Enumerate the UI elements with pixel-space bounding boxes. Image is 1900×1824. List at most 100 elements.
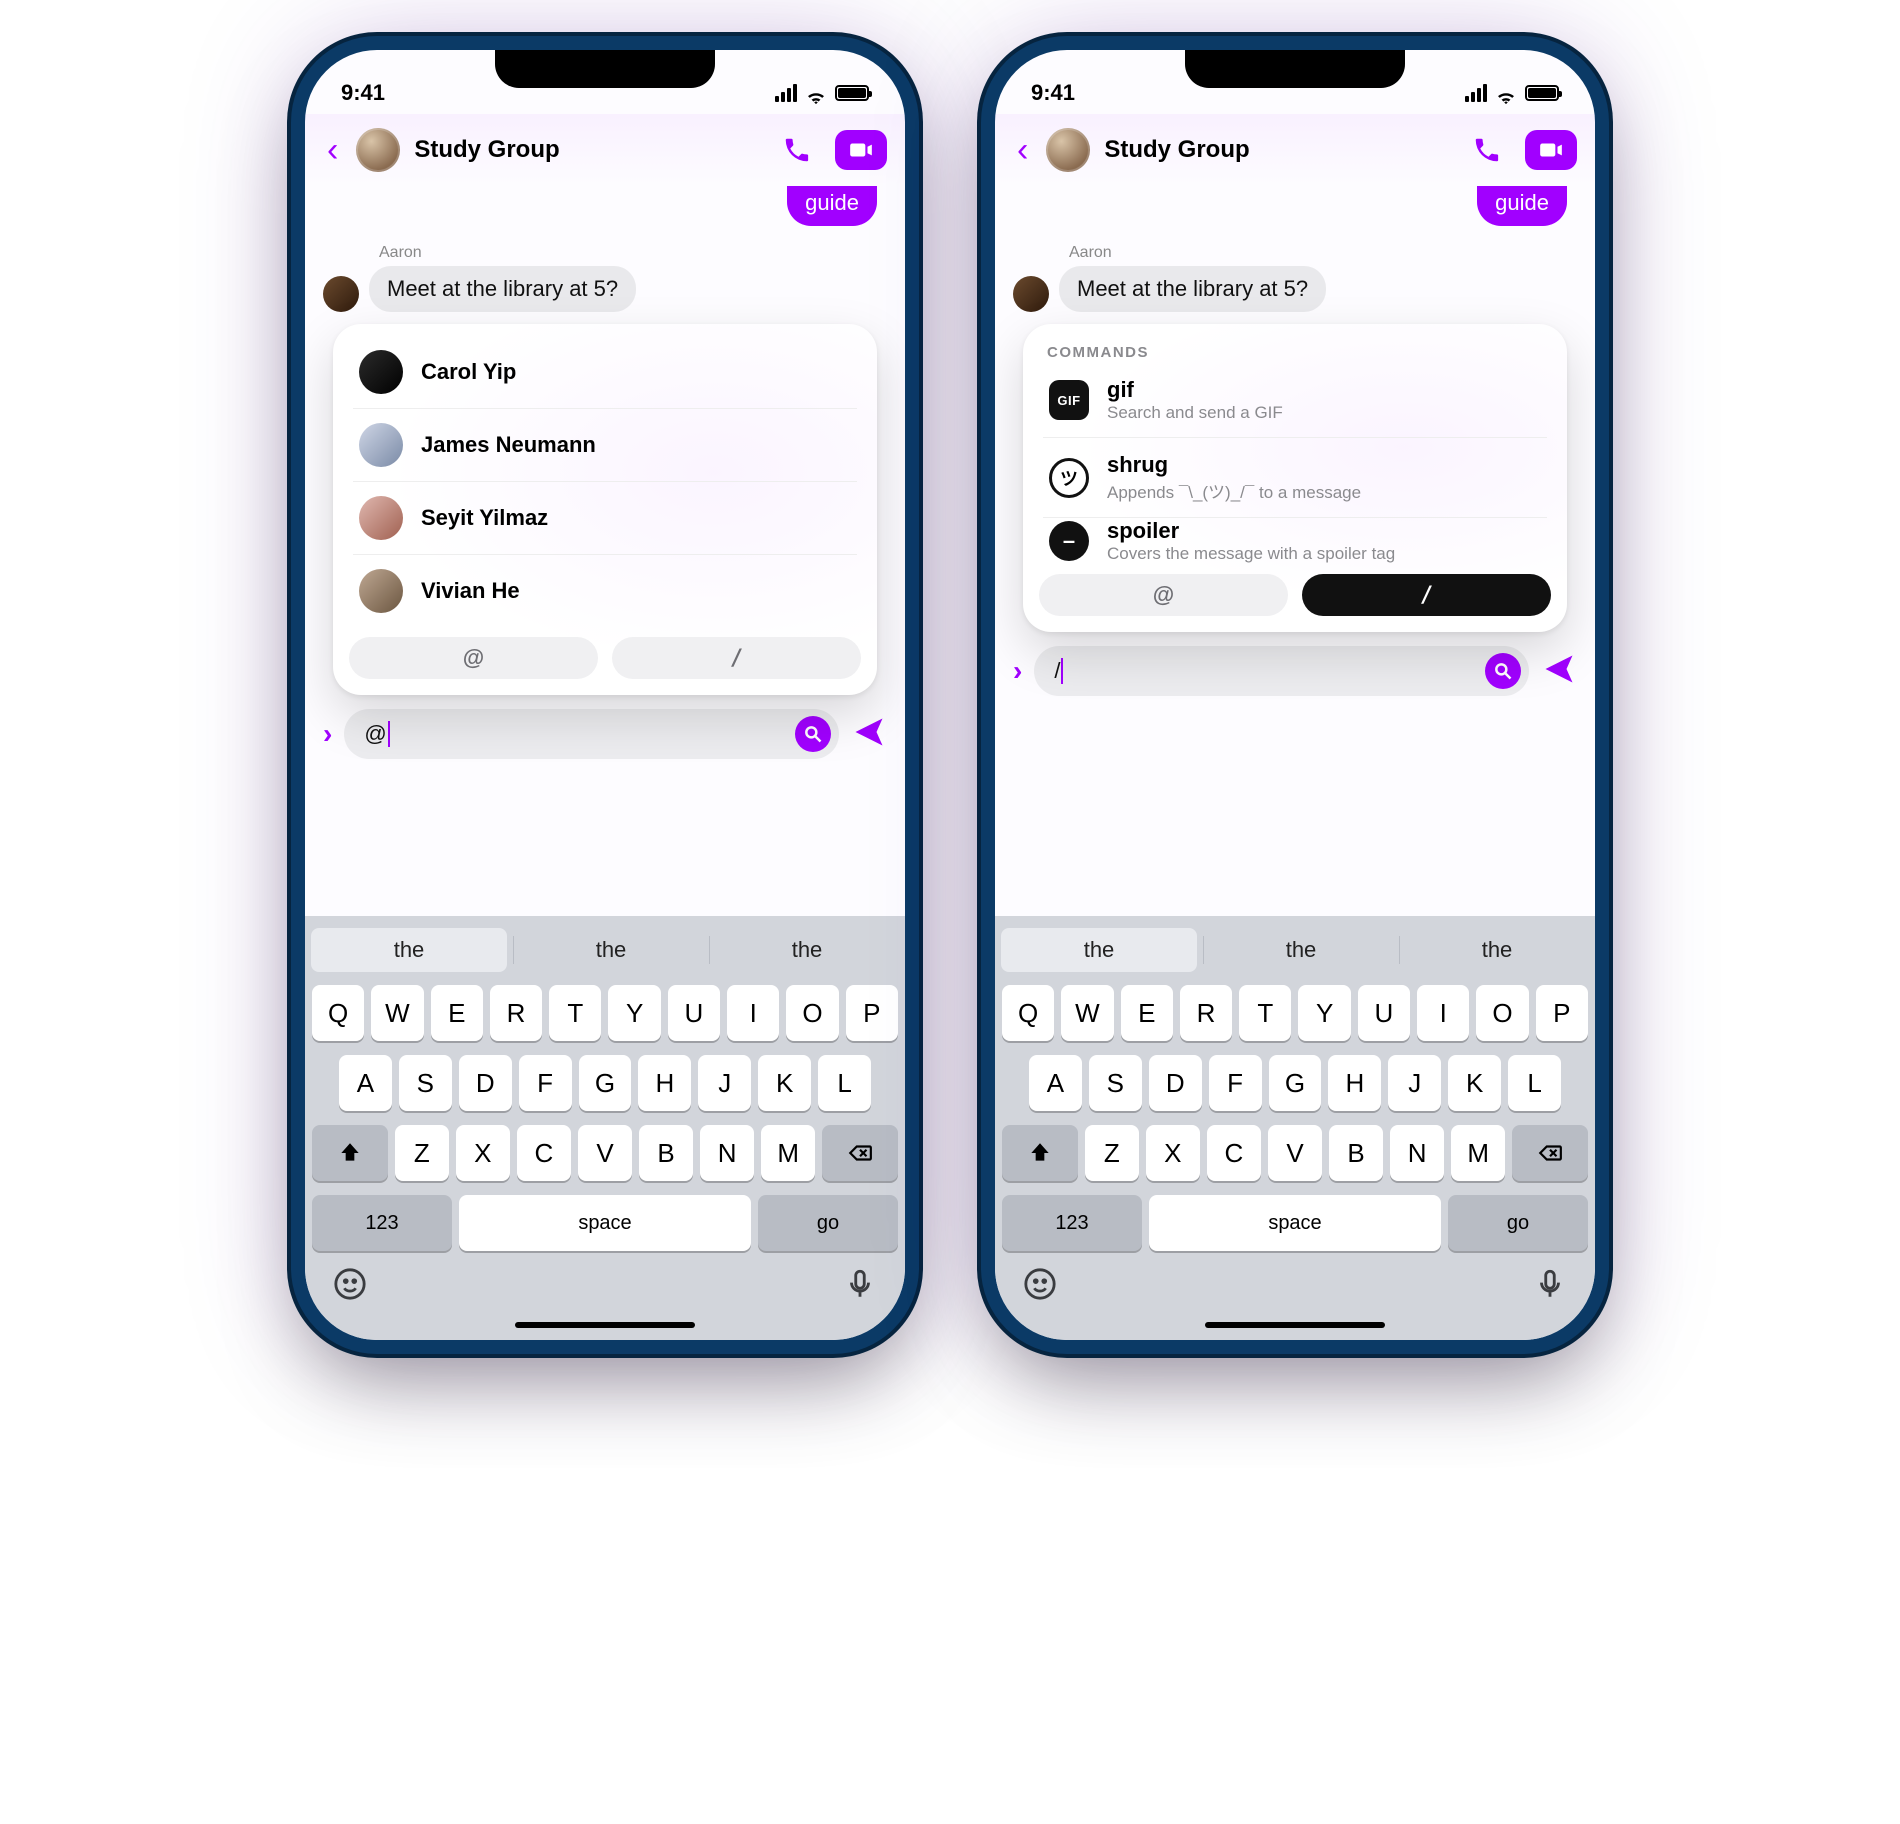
key-z[interactable]: Z [1085,1125,1139,1181]
key-y[interactable]: Y [1298,985,1350,1041]
key-go[interactable]: go [1448,1195,1588,1251]
search-in-chat-button[interactable] [1485,653,1521,689]
key-c[interactable]: C [1207,1125,1261,1181]
key-d[interactable]: D [1149,1055,1202,1111]
key-backspace[interactable] [1512,1125,1588,1181]
key-x[interactable]: X [1146,1125,1200,1181]
tab-mentions[interactable] [349,637,598,679]
key-f[interactable]: F [1209,1055,1262,1111]
incoming-bubble[interactable]: Meet at the library at 5? [1059,266,1326,312]
key-l[interactable]: L [818,1055,871,1111]
sender-avatar[interactable] [1013,276,1049,312]
key-v[interactable]: V [1268,1125,1322,1181]
suggestion[interactable]: the [1203,922,1399,978]
command-item[interactable]: ツ shrug Appends ¯\_(ツ)_/¯ to a message [1043,438,1547,518]
key-a[interactable]: A [339,1055,392,1111]
key-space[interactable]: space [459,1195,751,1251]
key-u[interactable]: U [1358,985,1410,1041]
key-shift[interactable] [1002,1125,1078,1181]
key-m[interactable]: M [1451,1125,1505,1181]
back-button[interactable]: ‹ [323,127,342,173]
tab-commands[interactable]: / [612,637,861,679]
back-button[interactable]: ‹ [1013,127,1032,173]
video-call-button[interactable] [835,130,887,170]
key-b[interactable]: B [1329,1125,1383,1181]
key-j[interactable]: J [1388,1055,1441,1111]
key-j[interactable]: J [698,1055,751,1111]
key-123[interactable]: 123 [1002,1195,1142,1251]
key-g[interactable]: G [1269,1055,1322,1111]
key-m[interactable]: M [761,1125,815,1181]
expand-button[interactable]: › [1013,655,1022,687]
send-button[interactable] [851,714,887,755]
key-k[interactable]: K [758,1055,811,1111]
key-s[interactable]: S [399,1055,452,1111]
send-button[interactable] [1541,651,1577,692]
voice-call-button[interactable] [1463,126,1511,174]
key-a[interactable]: A [1029,1055,1082,1111]
key-space[interactable]: space [1149,1195,1441,1251]
home-indicator[interactable] [515,1322,695,1328]
key-i[interactable]: I [1417,985,1469,1041]
mention-item[interactable]: James Neumann [353,409,857,482]
key-k[interactable]: K [1448,1055,1501,1111]
command-item[interactable]: GIF gif Search and send a GIF [1043,363,1547,438]
key-r[interactable]: R [490,985,542,1041]
mention-item[interactable]: Seyit Yilmaz [353,482,857,555]
key-i[interactable]: I [727,985,779,1041]
suggestion[interactable]: the [1001,928,1197,972]
key-w[interactable]: W [1061,985,1113,1041]
key-shift[interactable] [312,1125,388,1181]
key-w[interactable]: W [371,985,423,1041]
key-d[interactable]: D [459,1055,512,1111]
key-q[interactable]: Q [1002,985,1054,1041]
chat-title[interactable]: Study Group [414,136,559,164]
key-e[interactable]: E [431,985,483,1041]
key-go[interactable]: go [758,1195,898,1251]
dictation-button[interactable] [1533,1267,1567,1306]
group-avatar[interactable] [1046,128,1090,172]
message-input[interactable]: / [1034,646,1529,696]
key-o[interactable]: O [786,985,838,1041]
key-b[interactable]: B [639,1125,693,1181]
home-indicator[interactable] [1205,1322,1385,1328]
expand-button[interactable]: › [323,718,332,750]
suggestion[interactable]: the [311,928,507,972]
suggestion[interactable]: the [513,922,709,978]
key-r[interactable]: R [1180,985,1232,1041]
key-o[interactable]: O [1476,985,1528,1041]
key-h[interactable]: H [1328,1055,1381,1111]
dictation-button[interactable] [843,1267,877,1306]
suggestion[interactable]: the [709,922,905,978]
key-t[interactable]: T [1239,985,1291,1041]
key-p[interactable]: P [1536,985,1588,1041]
key-e[interactable]: E [1121,985,1173,1041]
command-item[interactable]: – spoiler Covers the message with a spoi… [1043,518,1547,564]
key-v[interactable]: V [578,1125,632,1181]
sender-avatar[interactable] [323,276,359,312]
key-n[interactable]: N [1390,1125,1444,1181]
key-z[interactable]: Z [395,1125,449,1181]
key-u[interactable]: U [668,985,720,1041]
chat-title[interactable]: Study Group [1104,136,1249,164]
key-n[interactable]: N [700,1125,754,1181]
group-avatar[interactable] [356,128,400,172]
key-h[interactable]: H [638,1055,691,1111]
key-y[interactable]: Y [608,985,660,1041]
mention-item[interactable]: Vivian He [353,555,857,627]
emoji-keyboard-button[interactable] [1023,1267,1057,1306]
key-g[interactable]: G [579,1055,632,1111]
mention-item[interactable]: Carol Yip [353,336,857,409]
key-x[interactable]: X [456,1125,510,1181]
emoji-keyboard-button[interactable] [333,1267,367,1306]
tab-commands[interactable]: / [1302,574,1551,616]
voice-call-button[interactable] [773,126,821,174]
suggestion[interactable]: the [1399,922,1595,978]
key-s[interactable]: S [1089,1055,1142,1111]
key-c[interactable]: C [517,1125,571,1181]
key-q[interactable]: Q [312,985,364,1041]
video-call-button[interactable] [1525,130,1577,170]
tab-mentions[interactable] [1039,574,1288,616]
key-l[interactable]: L [1508,1055,1561,1111]
incoming-bubble[interactable]: Meet at the library at 5? [369,266,636,312]
